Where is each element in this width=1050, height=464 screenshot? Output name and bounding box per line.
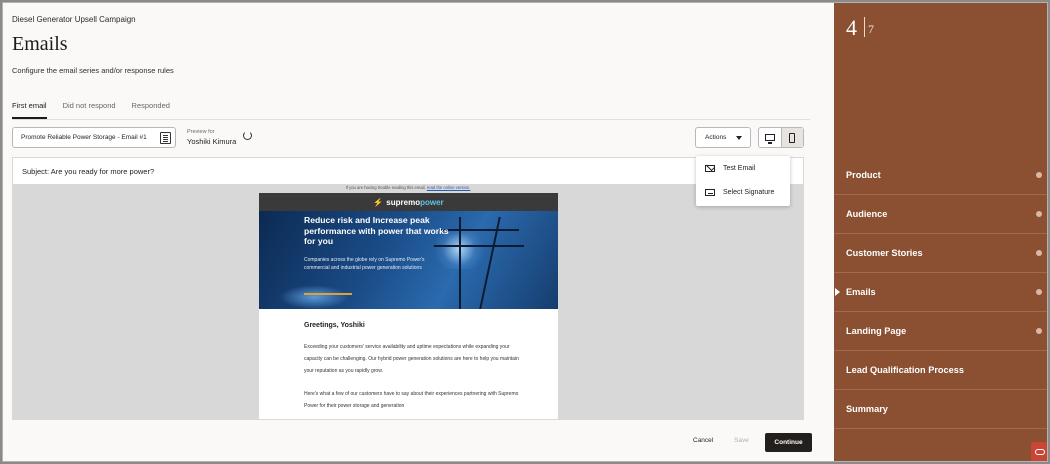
chevron-down-icon [736, 136, 742, 140]
mobile-view-button[interactable] [780, 128, 803, 147]
menu-item-label: Test Email [723, 164, 756, 172]
footer-actions: Cancel Save Continue [3, 433, 834, 453]
step-emails[interactable]: Emails [834, 273, 1047, 312]
mail-icon [705, 164, 715, 172]
step-label: Lead Qualification Process [846, 365, 964, 375]
tabs-divider [12, 119, 810, 120]
email-preview-area: If you are having trouble reading this e… [12, 184, 804, 420]
check-icon [1036, 172, 1042, 178]
continue-button[interactable]: Continue [765, 433, 812, 452]
step-audience[interactable]: Audience [834, 195, 1047, 234]
tab-first-email[interactable]: First email [12, 101, 47, 119]
bolt-icon: ⚡ [373, 197, 384, 207]
progress-sidebar: 4 7 Product Audience Customer Stories Em… [834, 3, 1047, 461]
step-customer-stories[interactable]: Customer Stories [834, 234, 1047, 273]
step-label: Emails [846, 287, 876, 297]
hero-banner: Reduce risk and Increase peak performanc… [259, 211, 558, 309]
tab-did-not-respond[interactable]: Did not respond [63, 101, 116, 119]
signature-icon [705, 188, 715, 196]
actions-button[interactable]: Actions [695, 127, 751, 148]
check-icon [1036, 328, 1042, 334]
desktop-icon [764, 134, 775, 144]
email-paragraph-2: Here's what a few of our customers have … [304, 391, 519, 409]
email-select[interactable]: Promote Reliable Power Storage - Email #… [12, 127, 176, 148]
logo-suffix: power [420, 197, 444, 207]
page-title: Emails [12, 33, 68, 55]
step-label: Summary [846, 404, 888, 414]
step-summary[interactable]: Summary [834, 390, 1047, 429]
hero-accent-line [304, 293, 352, 295]
logo-prefix: supremo [386, 197, 421, 207]
menu-item-select-signature[interactable]: Select Signature [696, 180, 790, 204]
desktop-view-button[interactable] [759, 128, 781, 147]
actions-menu: Test Email Select Signature [696, 156, 790, 206]
total-steps-number: 7 [868, 22, 874, 36]
refresh-icon[interactable] [243, 131, 252, 140]
email-select-value: Promote Reliable Power Storage - Email #… [21, 134, 147, 141]
step-landing-page[interactable]: Landing Page [834, 312, 1047, 351]
email-tabs: First email Did not respond Responded [12, 101, 170, 119]
preview-for-label: Preview for [187, 129, 215, 135]
step-list: Product Audience Customer Stories Emails… [834, 156, 1047, 429]
step-label: Landing Page [846, 326, 907, 336]
check-icon [1036, 250, 1042, 256]
step-product[interactable]: Product [834, 156, 1047, 195]
email-subject: Subject: Are you ready for more power? [12, 157, 804, 185]
step-label: Product [846, 170, 881, 180]
view-toggle [758, 127, 804, 148]
email-body: ⚡ supremo power Reduce risk and Increase … [259, 193, 558, 419]
oracle-logo[interactable] [1031, 442, 1047, 461]
cancel-button[interactable]: Cancel [693, 437, 713, 444]
main-content: Diesel Generator Upsell Campaign Emails … [3, 3, 834, 461]
step-divider [864, 17, 865, 37]
list-icon [160, 132, 171, 144]
browser-note-text: If you are having trouble reading this e… [345, 185, 427, 190]
mobile-icon [789, 132, 796, 143]
email-logo-bar: ⚡ supremo power [259, 193, 558, 211]
email-greeting: Greetings, Yoshiki [304, 322, 365, 329]
light-glow [279, 285, 349, 309]
tab-responded[interactable]: Responded [132, 101, 170, 119]
oracle-icon [1034, 448, 1045, 455]
current-step-number: 4 [846, 15, 857, 40]
hero-title: Reduce risk and Increase peak performanc… [304, 215, 449, 247]
check-icon [1036, 211, 1042, 217]
menu-item-test-email[interactable]: Test Email [696, 156, 790, 180]
step-lead-qualification[interactable]: Lead Qualification Process [834, 351, 1047, 390]
app-frame: Diesel Generator Upsell Campaign Emails … [2, 2, 1048, 462]
hero-text: Companies across the globe rely on Supre… [304, 257, 425, 271]
menu-item-label: Select Signature [723, 188, 775, 196]
preview-for-name: Yoshiki Kimura [187, 137, 237, 146]
page-subtitle: Configure the email series and/or respon… [12, 66, 174, 75]
step-label: Customer Stories [846, 248, 923, 258]
email-paragraph-1: Exceeding your customers' service availa… [304, 344, 519, 374]
browser-note: If you are having trouble reading this e… [13, 185, 803, 190]
actions-label: Actions [705, 134, 727, 141]
check-icon [1036, 289, 1042, 295]
save-button[interactable]: Save [734, 437, 749, 444]
campaign-name: Diesel Generator Upsell Campaign [12, 15, 136, 24]
step-label: Audience [846, 209, 888, 219]
online-version-link[interactable]: read the online version. [427, 185, 471, 190]
